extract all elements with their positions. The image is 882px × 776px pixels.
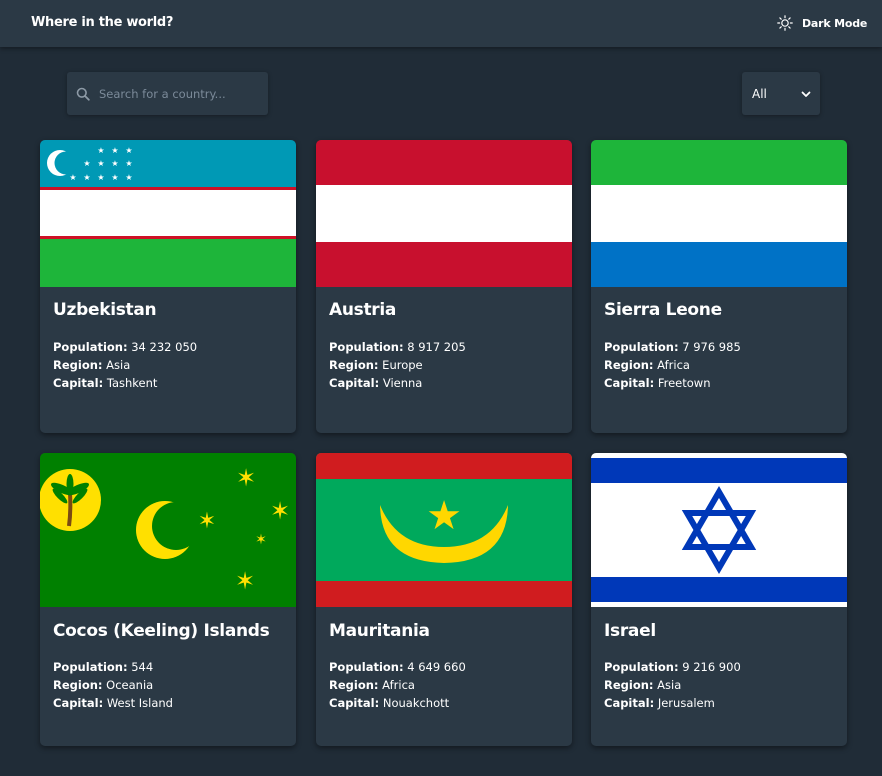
svg-text:✶: ✶ [198,509,216,534]
population-label: Population: [329,660,404,674]
country-name: Austria [329,300,397,320]
capital-label: Capital: [53,376,104,390]
country-name: Israel [604,621,656,641]
app-title: Where in the world? [31,15,174,30]
austria-flag-image [316,140,572,287]
svg-text:★: ★ [97,146,104,155]
svg-text:★: ★ [111,159,118,168]
svg-text:★: ★ [125,146,132,155]
svg-text:★: ★ [111,173,118,182]
population-value: 34 232 050 [131,340,198,354]
capital-value: Vienna [382,376,423,390]
svg-text:✶: ✶ [270,497,290,525]
svg-text:★: ★ [83,159,90,168]
capital-label: Capital: [53,696,104,710]
country-details: Population: 34 232 050 Region: Asia Capi… [53,338,197,392]
country-details: Population: 9 216 900 Region: Asia Capit… [604,658,741,712]
svg-text:★: ★ [69,173,76,182]
capital-value: Freetown [657,376,711,390]
population-value: 4 649 660 [407,660,466,674]
country-name: Cocos (Keeling) Islands [53,621,270,641]
country-name: Sierra Leone [604,300,722,320]
mauritania-flag-image: ★ [316,453,572,607]
theme-toggle-label: Dark Mode [802,16,868,30]
region-label: Region: [329,358,379,372]
region-value: Asia [657,678,682,692]
region-label: Region: [53,678,103,692]
population-label: Population: [329,340,404,354]
svg-text:★: ★ [125,159,132,168]
country-name: Uzbekistan [53,300,157,320]
region-filter-value: All [752,86,767,101]
cocos-islands-flag-image: ✶ ✶ ✶ ✶ ✶ [40,453,296,607]
search-box [67,72,268,115]
svg-text:★: ★ [426,493,462,539]
capital-value: Nouakchott [382,696,450,710]
country-card[interactable]: Austria Population: 8 917 205 Region: Eu… [316,140,572,433]
region-label: Region: [329,678,379,692]
israel-flag-image [591,453,847,607]
search-icon [76,87,90,101]
theme-toggle-button[interactable]: Dark Mode [777,14,867,32]
region-label: Region: [604,358,654,372]
svg-text:★: ★ [111,146,118,155]
country-card[interactable]: ★ ★ ★ ★ ★ ★ ★ ★ ★ ★ ★ ★ Uzbekistan Population: 34… [40,140,296,433]
capital-value: Jerusalem [657,696,715,710]
capital-value: Tashkent [106,376,158,390]
country-card[interactable]: ✶ ✶ ✶ ✶ ✶ Cocos (Keeling) Islands Popula… [40,453,296,746]
svg-text:✶: ✶ [255,532,267,548]
svg-text:★: ★ [83,173,90,182]
capital-value: West Island [106,696,173,710]
population-label: Population: [53,660,128,674]
population-value: 7 976 985 [682,340,741,354]
region-value: Africa [657,358,690,372]
svg-text:✶: ✶ [235,567,255,595]
svg-text:★: ★ [125,173,132,182]
capital-label: Capital: [329,376,380,390]
sun-icon [777,15,793,31]
country-details: Population: 8 917 205 Region: Europe Cap… [329,338,466,392]
region-value: Europe [382,358,423,372]
sierra-leone-flag-image [591,140,847,287]
population-value: 9 216 900 [682,660,741,674]
country-name: Mauritania [329,621,430,641]
region-label: Region: [604,678,654,692]
region-filter-select[interactable]: All [742,72,820,115]
svg-text:✶: ✶ [236,464,256,492]
region-value: Asia [106,358,131,372]
population-value: 544 [131,660,154,674]
country-card[interactable]: Sierra Leone Population: 7 976 985 Regio… [591,140,847,433]
country-card[interactable]: ★ Mauritania Population: 4 649 660 Regio… [316,453,572,746]
capital-label: Capital: [329,696,380,710]
population-label: Population: [604,660,679,674]
search-input[interactable] [99,86,259,101]
app-header: Where in the world? Dark Mode [0,0,882,47]
country-details: Population: 7 976 985 Region: Africa Cap… [604,338,741,392]
population-label: Population: [53,340,128,354]
svg-text:★: ★ [97,159,104,168]
region-label: Region: [53,358,103,372]
capital-label: Capital: [604,696,655,710]
country-details: Population: 544 Region: Oceania Capital:… [53,658,173,712]
chevron-down-icon [801,91,811,97]
region-value: Africa [382,678,415,692]
population-label: Population: [604,340,679,354]
uzbekistan-flag-image: ★ ★ ★ ★ ★ ★ ★ ★ ★ ★ ★ ★ [40,140,296,287]
capital-label: Capital: [604,376,655,390]
svg-text:★: ★ [97,173,104,182]
country-card[interactable]: Israel Population: 9 216 900 Region: Asi… [591,453,847,746]
region-value: Oceania [106,678,154,692]
country-details: Population: 4 649 660 Region: Africa Cap… [329,658,466,712]
population-value: 8 917 205 [407,340,466,354]
